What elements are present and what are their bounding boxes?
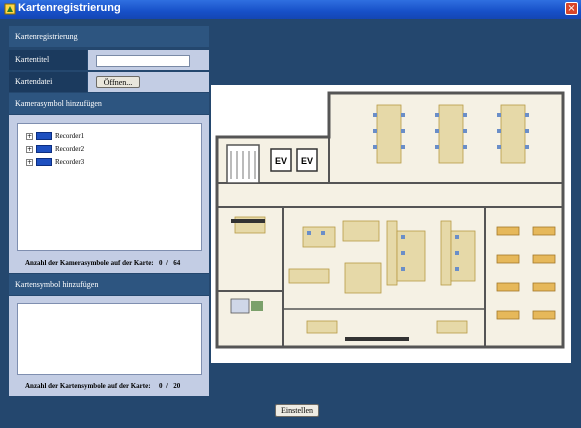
tree-item-recorder2[interactable]: + Recorder2 xyxy=(26,144,84,154)
close-button[interactable]: × xyxy=(565,2,578,15)
tree-item-label: Recorder2 xyxy=(55,145,85,153)
map-symbol-panel: Anzahl der Kartensymbole auf der Karte: … xyxy=(9,296,209,396)
tree-item-recorder3[interactable]: + Recorder3 xyxy=(26,157,84,167)
camera-count-row: Anzahl der Kamerasymbole auf der Karte: … xyxy=(25,259,180,267)
map-symbol-section-header: Kartensymbol hinzufügen xyxy=(9,274,209,295)
recorder-tree[interactable]: + Recorder1 + Recorder2 + Recorder3 xyxy=(17,123,202,251)
tree-item-label: Recorder1 xyxy=(55,132,85,140)
map-symbol-count-label: Anzahl der Kartensymbole auf der Karte: xyxy=(25,382,151,390)
map-symbol-count-row: Anzahl der Kartensymbole auf der Karte: … xyxy=(25,382,180,390)
camera-panel: + Recorder1 + Recorder2 + Recorder3 Anzahl … xyxy=(9,115,209,273)
map-registration-window: Kartenregistrierung × Kartenregistrierun… xyxy=(0,0,581,428)
section-header: Kartenregistrierung xyxy=(9,26,209,47)
title-bar[interactable]: Kartenregistrierung × xyxy=(0,0,581,19)
map-symbol-count: 0 / 20 xyxy=(159,382,181,390)
map-file-label: Kartendatei xyxy=(9,72,87,92)
open-button[interactable]: Öffnen... xyxy=(96,76,140,88)
expand-icon[interactable]: + xyxy=(26,132,33,140)
recorder-icon xyxy=(36,132,52,141)
recorder-icon xyxy=(36,158,52,167)
floor-plan: EV EV xyxy=(211,85,571,363)
map-title-input[interactable] xyxy=(96,55,190,67)
map-title-label: Kartentitel xyxy=(9,50,87,70)
expand-icon[interactable]: + xyxy=(26,145,33,153)
apply-button[interactable]: Einstellen xyxy=(275,404,319,417)
app-icon xyxy=(4,3,16,15)
expand-icon[interactable]: + xyxy=(26,158,33,166)
camera-count-label: Anzahl der Kamerasymbole auf der Karte: xyxy=(25,259,154,267)
camera-section-header: Kamerasymbol hinzufügen xyxy=(9,93,209,114)
tree-item-label: Recorder3 xyxy=(55,158,85,166)
map-preview[interactable]: EV EV xyxy=(211,85,571,363)
map-symbol-list[interactable] xyxy=(17,303,202,375)
elevator-label: EV xyxy=(275,156,287,166)
window-title: Kartenregistrierung xyxy=(18,2,121,14)
elevator-label: EV xyxy=(301,156,313,166)
tree-item-recorder1[interactable]: + Recorder1 xyxy=(26,131,84,141)
camera-count: 0 / 64 xyxy=(159,259,181,267)
recorder-icon xyxy=(36,145,52,154)
